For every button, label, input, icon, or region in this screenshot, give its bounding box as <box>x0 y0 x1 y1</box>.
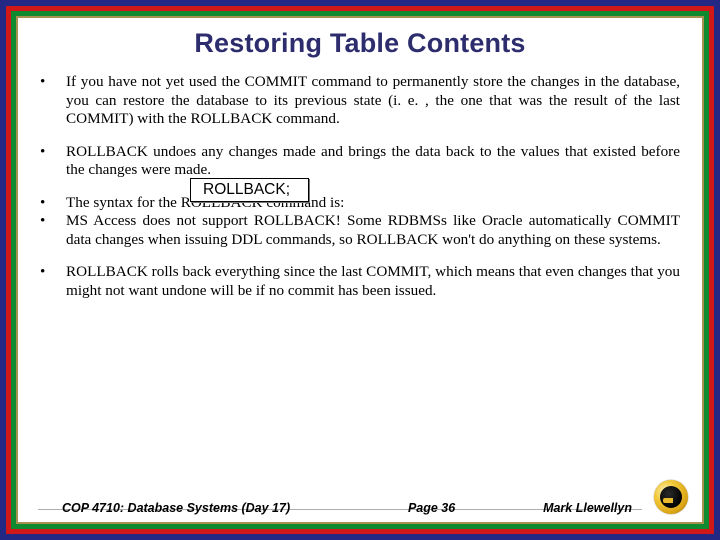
list-item: • If you have not yet used the COMMIT co… <box>40 73 680 129</box>
bullet-dot: • <box>40 73 66 129</box>
footer-course: COP 4710: Database Systems (Day 17) <box>62 501 290 515</box>
bullet-text: MS Access does not support ROLLBACK! Som… <box>66 212 680 249</box>
footer-text: COP 4710: Database Systems (Day 17) Page… <box>18 501 702 515</box>
slide-footer: COP 4710: Database Systems (Day 17) Page… <box>18 501 702 515</box>
slide-border-1: Restoring Table Contents • If you have n… <box>0 0 720 540</box>
ucf-logo-icon <box>654 480 688 514</box>
footer-page: Page 36 <box>320 501 543 515</box>
rollback-syntax-box: ROLLBACK; <box>190 178 309 202</box>
slide-border-2: Restoring Table Contents • If you have n… <box>6 6 714 534</box>
list-item: • ROLLBACK undoes any changes made and b… <box>40 143 680 180</box>
list-item: • MS Access does not support ROLLBACK! S… <box>40 212 680 249</box>
slide-border-3: Restoring Table Contents • If you have n… <box>11 11 709 529</box>
slide-body: Restoring Table Contents • If you have n… <box>16 16 704 524</box>
slide-title: Restoring Table Contents <box>40 28 680 59</box>
list-item: • ROLLBACK rolls back everything since t… <box>40 263 680 300</box>
bullet-text: If you have not yet used the COMMIT comm… <box>66 73 680 129</box>
footer-author: Mark Llewellyn <box>543 501 632 515</box>
bullet-text: ROLLBACK undoes any changes made and bri… <box>66 143 680 180</box>
bullet-dot: • <box>40 212 66 249</box>
bullet-dot: • <box>40 263 66 300</box>
bullet-dot: • <box>40 143 66 180</box>
bullet-text: ROLLBACK rolls back everything since the… <box>66 263 680 300</box>
bullet-list-2: • MS Access does not support ROLLBACK! S… <box>40 212 680 522</box>
